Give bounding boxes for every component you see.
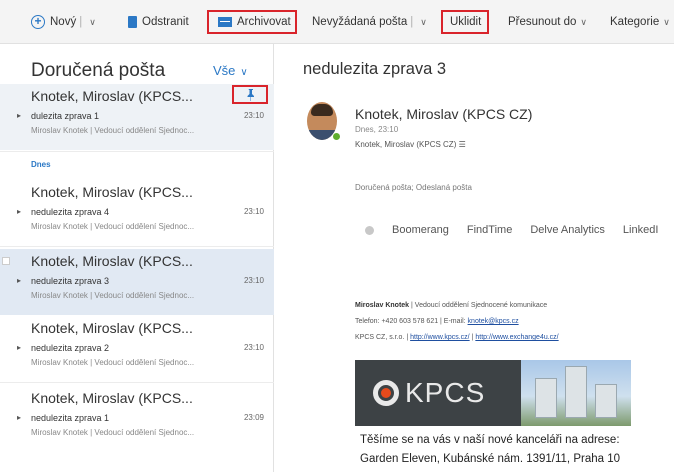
addin-findtime[interactable]: FindTime: [467, 224, 512, 236]
trash-icon: [128, 15, 137, 28]
building-photo: [521, 360, 631, 426]
archive-label: Archivovat: [237, 16, 291, 28]
preview: Miroslav Knotek | Vedoucí oddělení Sjedn…: [31, 126, 195, 135]
addin-linkedin[interactable]: LinkedI: [623, 224, 658, 236]
group-header-today: Dnes: [31, 160, 51, 169]
filter-dropdown[interactable]: Vše ∨: [213, 63, 248, 78]
move-to-button[interactable]: Přesunout do ∨: [508, 11, 587, 33]
chevron-down-icon: ∨: [240, 67, 248, 78]
signature-link-exchange4u[interactable]: http://www.exchange4u.cz/: [475, 334, 558, 341]
sender-name: Knotek, Miroslav (KPCS...: [31, 253, 193, 269]
pin-icon: [247, 89, 254, 101]
folder-title: Doručená pošta: [31, 60, 166, 81]
avatar-hair: [311, 104, 333, 116]
recipients[interactable]: Knotek, Miroslav (KPCS CZ) ☰: [355, 140, 466, 149]
list-item[interactable]: Knotek, Miroslav (KPCS... ▸ dulezita zpr…: [0, 84, 274, 150]
divider: [0, 151, 274, 152]
expand-arrow-icon[interactable]: ▸: [17, 111, 21, 120]
sweep-button[interactable]: Uklidit: [441, 10, 490, 34]
company-banner-image: KPCS: [355, 360, 631, 426]
presence-status-icon: [332, 132, 341, 141]
reading-pane: nedulezita zprava 3 Knotek, Miroslav (KP…: [275, 44, 674, 472]
preview: Miroslav Knotek | Vedoucí oddělení Sjedn…: [31, 428, 195, 437]
list-item[interactable]: Knotek, Miroslav (KPCS... ▸ nedulezita z…: [0, 180, 274, 246]
signature-link-kpcs[interactable]: http://www.kpcs.cz/: [410, 334, 470, 341]
expand-arrow-icon[interactable]: ▸: [17, 413, 21, 422]
time: 23:10: [243, 276, 264, 285]
sender-name: Knotek, Miroslav (KPCS...: [31, 88, 193, 104]
message-list-pane: Doručená pošta Vše ∨ Knotek, Miroslav (KP…: [0, 44, 274, 472]
addin-boomerang[interactable]: Boomerang: [392, 224, 449, 236]
banner-brand: KPCS: [405, 377, 486, 408]
time: 23:10: [243, 207, 264, 216]
addin-icon: [365, 225, 374, 235]
addin-delve-analytics[interactable]: Delve Analytics: [530, 224, 605, 236]
signature-title: | Vedoucí oddělení Sjednocené komunikace: [409, 302, 548, 309]
move-label: Přesunout do: [508, 16, 577, 28]
pin-button[interactable]: [232, 85, 268, 104]
body-note-line-2: Garden Eleven, Kubánské nám. 1391/11, Pr…: [360, 453, 620, 465]
signature-line-2: Telefon: +420 603 578 621 | E-mail: knot…: [355, 318, 519, 325]
expand-arrow-icon[interactable]: ▸: [17, 207, 21, 216]
chevron-down-icon[interactable]: ∨: [420, 17, 427, 27]
chevron-down-icon[interactable]: ∨: [89, 17, 96, 27]
time: 23:10: [243, 111, 264, 120]
preview: Miroslav Knotek | Vedoucí oddělení Sjedn…: [31, 222, 195, 231]
subject: nedulezita zprava 1: [31, 413, 110, 423]
divider: [0, 382, 274, 383]
list-item[interactable]: Knotek, Miroslav (KPCS... ▸ nedulezita z…: [0, 386, 274, 452]
preview: Miroslav Knotek | Vedoucí oddělení Sjedn…: [31, 358, 195, 367]
chevron-down-icon: ∨: [663, 17, 670, 27]
subject: nedulezita zprava 2: [31, 343, 110, 353]
preview: Miroslav Knotek | Vedoucí oddělení Sjedn…: [31, 291, 195, 300]
category-button[interactable]: Kategorie ∨: [610, 11, 670, 33]
sender-name: Knotek, Miroslav (KPCS...: [31, 320, 193, 336]
sweep-label: Uklidit: [450, 16, 482, 28]
select-checkbox[interactable]: [2, 257, 10, 265]
addins-bar: Boomerang FindTime Delve Analytics LinkedI: [365, 224, 674, 236]
filter-label: Vše: [213, 63, 236, 78]
junk-button[interactable]: Nevyžádaná pošta | ∨: [312, 11, 427, 33]
chevron-down-icon: ∨: [580, 17, 588, 27]
subject: nedulezita zprava 4: [31, 207, 110, 217]
signature-line-1: Miroslav Knotek | Vedoucí oddělení Sjedn…: [355, 302, 547, 309]
separator: |: [79, 16, 83, 28]
delete-button[interactable]: Odstranit: [128, 11, 189, 33]
signature-company: KPCS CZ, s.r.o. |: [355, 334, 411, 341]
signature-phone: Telefon: +420 603 578 621 | E-mail:: [355, 318, 468, 325]
delete-label: Odstranit: [142, 16, 189, 28]
plus-icon: +: [31, 14, 45, 29]
signature-line-3: KPCS CZ, s.r.o. | http://www.kpcs.cz/ | …: [355, 334, 559, 341]
list-item[interactable]: Knotek, Miroslav (KPCS... ▸ nedulezita z…: [0, 316, 274, 382]
sent-time: Dnes, 23:10: [355, 125, 399, 134]
list-item-selected[interactable]: Knotek, Miroslav (KPCS... ▸ nedulezita z…: [0, 249, 274, 315]
expand-arrow-icon[interactable]: ▸: [17, 343, 21, 352]
divider: [0, 246, 274, 247]
subject: dulezita zprava 1: [31, 111, 100, 121]
message-subject: nedulezita zprava 3: [303, 60, 447, 78]
signature-name: Miroslav Knotek: [355, 302, 410, 309]
kpcs-logo-icon: [373, 380, 399, 406]
command-bar: + Nový | ∨ Odstranit Archivovat Nevyžádaná …: [0, 0, 674, 44]
separator: |: [410, 16, 414, 28]
body-note-line-1: Těšíme se na vás v naší nové kanceláři n…: [360, 434, 620, 446]
sender-name: Knotek, Miroslav (KPCS...: [31, 390, 193, 406]
category-label: Kategorie: [610, 16, 660, 28]
signature-email-link[interactable]: knotek@kpcs.cz: [468, 318, 519, 325]
folder-info: Doručená pošta; Odeslaná pošta: [355, 183, 472, 192]
sender-name: Knotek, Miroslav (KPCS...: [31, 184, 193, 200]
new-button[interactable]: + Nový | ∨: [31, 11, 96, 33]
junk-label: Nevyžádaná pošta: [312, 16, 408, 28]
archive-button[interactable]: Archivovat: [207, 10, 297, 34]
time: 23:09: [243, 413, 264, 422]
archive-icon: [218, 16, 232, 27]
new-label: Nový: [50, 16, 77, 28]
time: 23:10: [243, 343, 264, 352]
subject: nedulezita zprava 3: [31, 276, 110, 286]
expand-arrow-icon[interactable]: ▸: [17, 276, 21, 285]
sender-full-name[interactable]: Knotek, Miroslav (KPCS CZ): [355, 106, 532, 122]
